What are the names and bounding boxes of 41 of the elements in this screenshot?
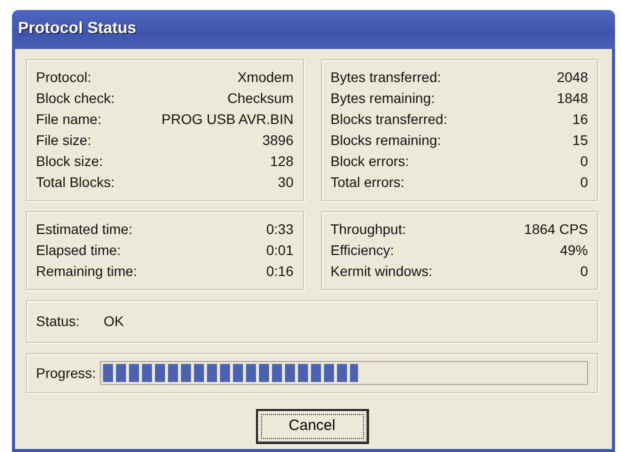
cancel-button[interactable]: Cancel: [256, 409, 368, 444]
field-value: 2048: [556, 68, 588, 87]
field-value: 0:01: [266, 241, 294, 260]
field-value: 3896: [262, 131, 294, 150]
window-title: Protocol Status: [12, 10, 615, 49]
field-value: 49%: [560, 241, 588, 260]
field-value: 1848: [556, 89, 588, 108]
field-value: PROG USB AVR.BIN: [162, 110, 294, 129]
field-value: 0:33: [266, 220, 294, 239]
field-label: Blocks remaining:: [330, 131, 441, 150]
field-label: Total Blocks:: [36, 173, 115, 192]
field-value: 0: [580, 262, 588, 281]
field-value: 0:16: [266, 262, 294, 281]
field-label: Estimated time:: [36, 220, 132, 239]
field-value: 1864 CPS: [524, 220, 588, 239]
status-value: OK: [104, 312, 124, 331]
field-label: File name:: [36, 110, 102, 129]
field-label: Protocol:: [36, 68, 92, 87]
field-label: File size:: [36, 131, 92, 150]
field-value: 30: [278, 173, 294, 192]
field-label: Kermit windows:: [330, 262, 432, 281]
field-label: Remaining time:: [36, 262, 138, 281]
field-value: 15: [572, 131, 588, 150]
field-label: Block errors:: [330, 152, 410, 171]
field-label: Throughput:: [330, 220, 406, 239]
field-label: Block size:: [36, 152, 103, 171]
field-label: Blocks transferred:: [330, 110, 448, 129]
field-value: 128: [270, 152, 294, 171]
field-value: Checksum: [227, 89, 294, 108]
status-label: Status:: [36, 312, 80, 331]
field-label: Efficiency:: [330, 241, 394, 260]
field-label: Total errors:: [330, 173, 404, 192]
field-label: Bytes transferred:: [330, 68, 441, 87]
field-value: 16: [572, 110, 588, 129]
field-label: Block check:: [36, 89, 115, 108]
field-value: Xmodem: [237, 68, 294, 87]
field-value: 0: [580, 152, 588, 171]
progress-label: Progress:: [36, 364, 96, 383]
field-label: Bytes remaining:: [330, 89, 435, 108]
field-value: 0: [580, 173, 588, 192]
field-label: Elapsed time:: [36, 241, 121, 260]
